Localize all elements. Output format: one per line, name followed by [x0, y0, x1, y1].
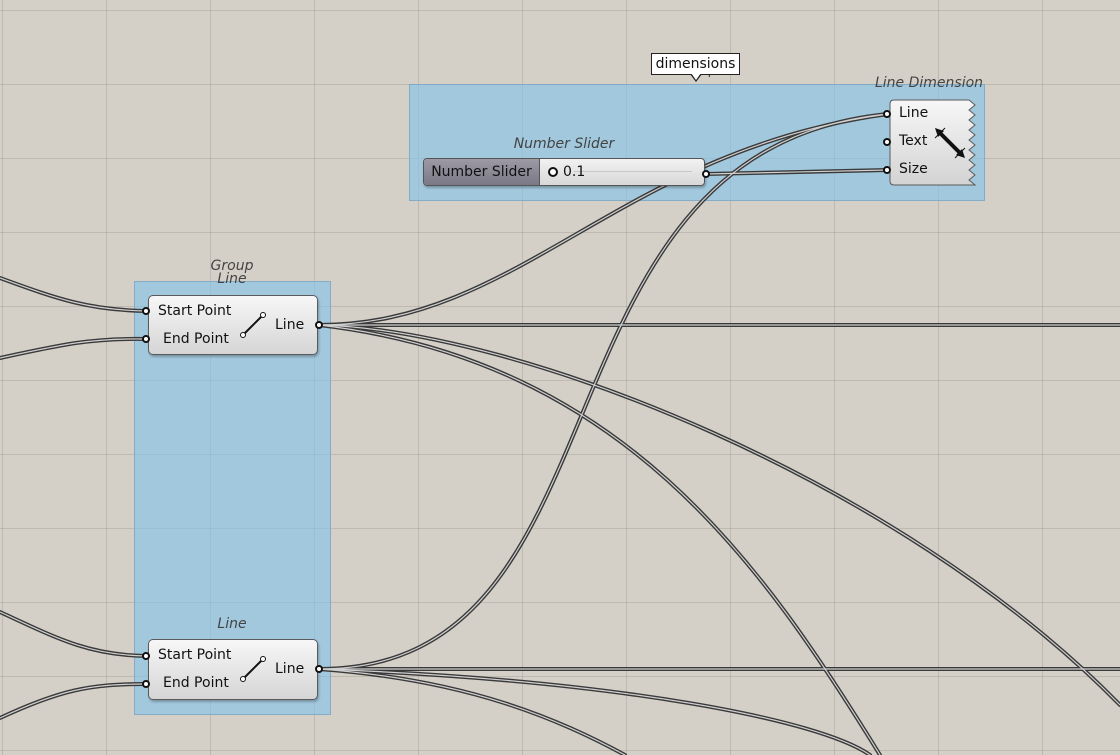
wire	[317, 112, 890, 671]
slider-value: 0.1	[563, 164, 586, 180]
grasshopper-canvas[interactable]: Group Group Line Start Point End Point L…	[0, 0, 1120, 755]
end-point-input-label: End Point	[163, 331, 229, 347]
slider-name-label: Number Slider	[424, 159, 540, 185]
line-component-1[interactable]: Start Point End Point Line	[148, 295, 318, 355]
slider-track[interactable]: 0.1	[540, 159, 692, 185]
number-slider[interactable]: Number Slider 0.1	[423, 158, 705, 186]
line1-caption: Line	[217, 271, 247, 287]
end-point-input-label: End Point	[163, 675, 229, 691]
line1-end-grip[interactable]	[142, 335, 150, 343]
line-component-2[interactable]: Start Point End Point Line	[148, 639, 318, 700]
text-input-label: Text	[899, 133, 928, 149]
line-segment-icon	[240, 312, 266, 338]
line1-output-grip[interactable]	[315, 321, 323, 329]
start-point-input-label: Start Point	[158, 303, 232, 319]
line-dimension-text-grip[interactable]	[883, 138, 891, 146]
line-dimension-caption: Line Dimension	[874, 75, 984, 91]
line1-start-grip[interactable]	[142, 307, 150, 315]
line2-end-grip[interactable]	[142, 680, 150, 688]
start-point-input-label: Start Point	[158, 647, 232, 663]
tooltip: dimensions	[651, 53, 740, 75]
line2-output-grip[interactable]	[315, 665, 323, 673]
line-dimension-size-grip[interactable]	[883, 166, 891, 174]
wire	[317, 323, 1120, 707]
wire	[0, 336, 148, 360]
slider-caption: Number Slider	[513, 136, 615, 152]
dimension-arrow-icon	[934, 127, 966, 159]
line-dimension-line-grip[interactable]	[883, 110, 891, 118]
line2-caption: Line	[217, 616, 247, 632]
wire	[0, 276, 148, 313]
line-output-label: Line	[275, 661, 305, 677]
tooltip-tail	[690, 73, 702, 82]
wire	[0, 682, 148, 720]
wire	[317, 667, 872, 755]
line-input-label: Line	[899, 105, 929, 121]
line-segment-icon	[240, 656, 266, 682]
slider-knob[interactable]	[548, 167, 558, 177]
line-output-label: Line	[275, 317, 305, 333]
wire	[0, 610, 148, 658]
line-dimension-component[interactable]: Line Text Size	[889, 99, 977, 187]
size-input-label: Size	[899, 161, 928, 177]
line2-start-grip[interactable]	[142, 652, 150, 660]
slider-output-grip[interactable]	[702, 170, 710, 178]
slider-ticks	[574, 171, 692, 172]
wire	[317, 667, 627, 755]
